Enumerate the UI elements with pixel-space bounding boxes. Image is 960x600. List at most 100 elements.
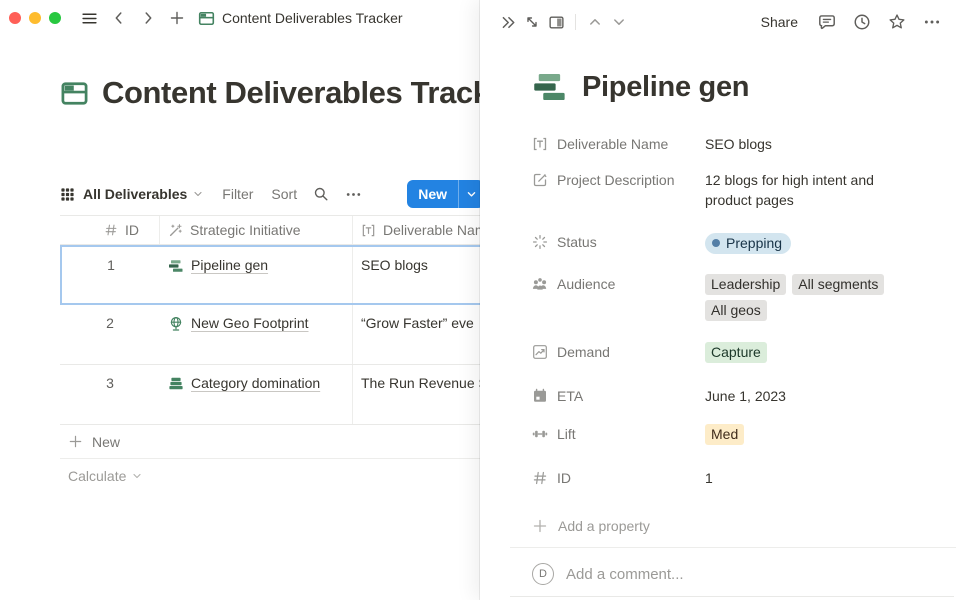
property-label[interactable]: Audience [532,274,705,326]
cell-strategic-initiative[interactable]: Pipeline gen [160,247,353,303]
comment-section: D Add a comment... [532,547,936,600]
previous-record-icon[interactable] [583,10,607,34]
zoom-window-button[interactable] [49,12,61,24]
property-value[interactable]: June 1, 2023 [705,386,786,406]
property-label[interactable]: Lift [532,424,705,450]
property-label[interactable]: ID [532,468,705,488]
property-row-id: ID 1 [532,468,936,488]
status-burst-icon [532,234,548,250]
plus-icon [68,434,83,449]
hash-icon [104,223,118,237]
demand-tag[interactable]: Capture [705,342,767,363]
back-button[interactable] [111,10,127,26]
cell-strategic-initiative[interactable]: New Geo Footprint [160,305,353,364]
cell-id[interactable]: 1 [62,247,160,303]
page-title: Content Deliverables Tracker [102,72,518,114]
plus-icon [532,518,548,534]
view-name[interactable]: All Deliverables [83,186,187,202]
property-label[interactable]: Deliverable Name [532,134,705,154]
column-header-strategic-initiative[interactable]: Strategic Initiative [160,216,353,244]
side-peek-mode-icon[interactable] [544,10,568,34]
record-title-row: Pipeline gen [532,68,936,106]
status-dot-icon [712,239,720,247]
avatar: D [532,563,554,585]
lift-tag[interactable]: Med [705,424,744,445]
property-label[interactable]: ETA [532,386,705,406]
property-row-demand: Demand Capture [532,342,936,368]
page-title-icon[interactable] [60,79,89,108]
page-link[interactable]: Category domination [191,375,320,391]
close-peek-icon[interactable] [496,10,520,34]
cell-strategic-initiative[interactable]: Category domination [160,365,353,424]
column-header-id[interactable]: ID [60,216,160,244]
chevron-down-icon [131,470,143,482]
wand-icon [168,223,183,238]
next-record-icon[interactable] [607,10,631,34]
table-view-icon[interactable] [60,187,75,202]
record-title[interactable]: Pipeline gen [582,68,749,106]
drawers-icon [168,376,184,392]
calendar-icon [532,388,548,404]
property-row-project-description: Project Description 12 blogs for high in… [532,170,936,210]
toolbar-divider [575,14,576,30]
people-icon [532,276,548,292]
property-value[interactable]: 1 [705,468,713,488]
history-clock-icon[interactable] [850,10,874,34]
property-row-lift: Lift Med [532,424,936,450]
more-options-icon[interactable] [345,186,362,203]
view-bar: All Deliverables Filter Sort New [60,178,484,210]
property-label[interactable]: Project Description [532,170,705,210]
audience-tag[interactable]: Leadership [705,274,786,295]
panel-body: Pipeline gen Deliverable Name SEO blogs … [480,44,960,600]
search-icon[interactable] [313,186,329,202]
close-window-button[interactable] [9,12,21,24]
filter-button[interactable]: Filter [222,186,253,202]
hash-icon [532,470,548,486]
panel-toolbar: Share [480,0,960,44]
property-label[interactable]: Demand [532,342,705,368]
sidebar-menu-icon[interactable] [81,10,98,27]
property-row-deliverable-name: Deliverable Name SEO blogs [532,134,936,154]
comment-row: D Add a comment... [532,548,936,600]
audience-tag[interactable]: All geos [705,300,767,321]
new-record-button-label[interactable]: New [407,180,458,208]
more-options-icon[interactable] [920,10,944,34]
property-value[interactable]: Leadership All segments All geos [705,274,907,326]
minimize-window-button[interactable] [29,12,41,24]
property-value[interactable]: SEO blogs [705,134,772,154]
title-icon [532,136,548,152]
forward-button[interactable] [140,10,156,26]
cell-id[interactable]: 2 [60,305,160,364]
add-comment-input[interactable]: Add a comment... [566,566,684,583]
audience-tag[interactable]: All segments [792,274,884,295]
property-value[interactable]: Med [705,424,750,450]
cell-id[interactable]: 3 [60,365,160,424]
new-record-split-button[interactable]: New [407,180,484,208]
divider [510,596,954,597]
funnel-chart-icon[interactable] [532,69,568,105]
property-value[interactable]: Prepping [705,232,791,254]
new-tab-button[interactable] [169,10,185,26]
status-pill[interactable]: Prepping [705,233,791,254]
page-table-icon [198,10,215,27]
add-property-button[interactable]: Add a property [532,518,936,534]
page-link[interactable]: New Geo Footprint [191,315,309,331]
globe-icon [168,316,184,332]
property-row-audience: Audience Leadership All segments All geos [532,274,936,326]
comments-icon[interactable] [815,10,839,34]
favorite-star-icon[interactable] [885,10,909,34]
property-value[interactable]: 12 blogs for high intent and product pag… [705,170,907,210]
edit-box-icon [532,172,548,188]
property-value[interactable]: Capture [705,342,773,368]
page-link[interactable]: Pipeline gen [191,257,268,273]
property-row-eta: ETA June 1, 2023 [532,386,936,406]
side-peek-panel: Share Pipeline gen Deliver [480,0,960,600]
expand-page-icon[interactable] [520,10,544,34]
tab-title: Content Deliverables Tracker [222,10,403,26]
trend-chart-icon [532,344,548,360]
sort-button[interactable]: Sort [271,186,297,202]
share-button[interactable]: Share [761,14,798,30]
property-row-status: Status Prepping [532,232,936,254]
property-label[interactable]: Status [532,232,705,254]
view-chevron-down-icon[interactable] [192,188,204,200]
